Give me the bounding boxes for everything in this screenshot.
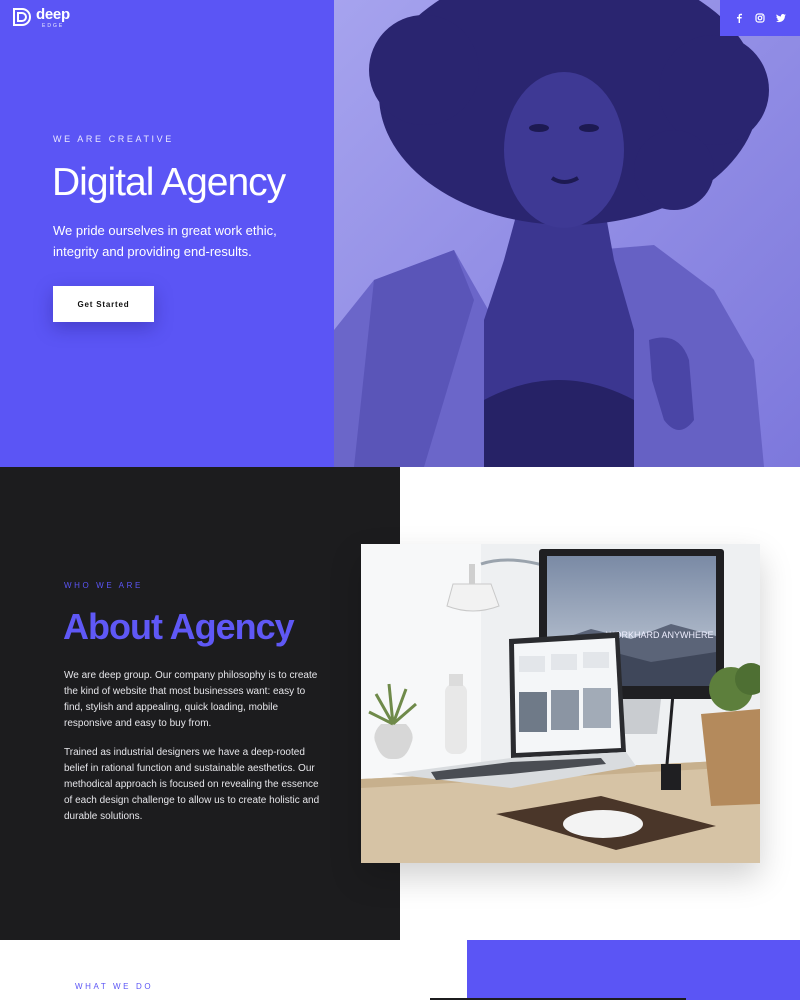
get-started-button[interactable]: Get Started — [53, 286, 154, 322]
services-accent-block — [467, 940, 800, 1000]
monitor-headline: WORKHARD ANYWHERE — [606, 630, 714, 640]
hero-panel: deep EDGE WE ARE CREATIVE Digital Agency… — [0, 0, 334, 467]
services-kicker: WHAT WE DO — [75, 982, 154, 991]
about-paragraph-1: We are deep group. Our company philosoph… — [64, 670, 318, 729]
hero-title: Digital Agency — [52, 161, 286, 204]
workspace-photo: WORKHARD ANYWHERE — [361, 544, 760, 863]
logo-icon — [12, 7, 34, 27]
about-panel: WHO WE ARE About Agency We are deep grou… — [0, 467, 400, 940]
logo-subtitle: EDGE — [42, 23, 65, 29]
portrait-illustration — [334, 0, 800, 467]
social-links — [720, 0, 800, 36]
logo-wordmark: deep — [36, 6, 70, 23]
twitter-icon[interactable] — [776, 13, 786, 23]
hero-description: We pride ourselves in great work ethic, … — [53, 223, 277, 259]
facebook-icon[interactable] — [734, 13, 744, 23]
about-section: WHO WE ARE About Agency We are deep grou… — [0, 467, 800, 940]
services-section: WHAT WE DO — [0, 940, 800, 1000]
about-kicker: WHO WE ARE — [64, 581, 143, 590]
about-paragraph-2: Trained as industrial designers we have … — [64, 747, 320, 822]
hero-portrait-image — [334, 0, 800, 467]
hero-kicker: WE ARE CREATIVE — [53, 134, 174, 144]
logo[interactable]: deep EDGE — [12, 7, 70, 29]
hero-section: deep EDGE WE ARE CREATIVE Digital Agency… — [0, 0, 800, 467]
instagram-icon[interactable] — [755, 13, 765, 23]
about-title: About Agency — [63, 606, 295, 647]
